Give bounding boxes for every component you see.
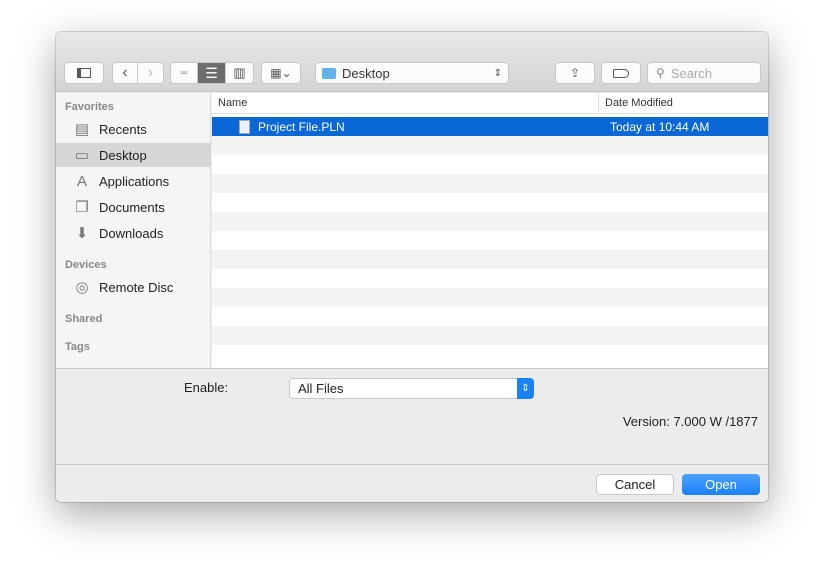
file-list: Name Date Modified Project File.PLN Toda…: [212, 93, 768, 368]
empty-row: [212, 231, 768, 250]
share-icon: ⇪: [569, 66, 581, 80]
forward-button[interactable]: ›: [138, 63, 163, 83]
sidebar-item-downloads[interactable]: ⬇ Downloads: [56, 221, 211, 245]
dialog-footer: Cancel Open: [56, 464, 768, 502]
sidebar-item-applications[interactable]: A Applications: [56, 169, 211, 193]
desktop-icon: ▭: [74, 147, 90, 164]
applications-icon: A: [76, 172, 87, 190]
grid-icon: ▦⌄: [270, 66, 292, 80]
shared-heading[interactable]: Shared: [56, 309, 102, 329]
empty-row: [212, 269, 768, 288]
back-forward-buttons: ‹ ›: [112, 62, 164, 84]
sidebar-item-label: Applications: [99, 173, 170, 189]
file-rows: Project File.PLN Today at 10:44 AM: [212, 117, 768, 364]
list-header: Name Date Modified: [212, 93, 768, 114]
enable-dropdown[interactable]: All Files ⇕: [289, 378, 534, 399]
column-header-date[interactable]: Date Modified: [599, 93, 768, 113]
column-header-name[interactable]: Name: [212, 93, 599, 113]
list-view-button[interactable]: ☰: [198, 63, 226, 83]
empty-row: [212, 326, 768, 345]
file-row[interactable]: Project File.PLN Today at 10:44 AM: [212, 117, 768, 136]
empty-row: [212, 212, 768, 231]
sidebar-item-documents[interactable]: ❐ Documents: [56, 195, 211, 219]
chevron-updown-icon: ⇕: [517, 378, 534, 399]
documents-icon: ❐: [75, 199, 89, 216]
tags-heading[interactable]: Tags: [56, 337, 90, 357]
tag-icon: [613, 68, 629, 78]
column-view-button[interactable]: ▥: [226, 63, 253, 83]
location-dropdown[interactable]: Desktop ⇕: [315, 62, 509, 84]
devices-heading: Devices: [65, 259, 107, 271]
enable-label: Enable:: [184, 380, 229, 395]
empty-row: [212, 345, 768, 364]
downloads-icon: ⬇: [75, 225, 89, 242]
sidebar-item-desktop[interactable]: ▭ Desktop: [56, 143, 211, 167]
arrange-button[interactable]: ▦⌄: [261, 62, 301, 84]
disc-icon: ◎: [75, 279, 89, 296]
location-label: Desktop: [342, 65, 390, 81]
empty-row: [212, 307, 768, 326]
search-placeholder: Search: [670, 65, 712, 81]
icon-view-button[interactable]: ▫▫: [171, 63, 198, 83]
empty-row: [212, 174, 768, 193]
version-text: Version: 7.000 W /1877: [622, 414, 758, 429]
empty-row: [212, 288, 768, 307]
share-button[interactable]: ⇪: [555, 62, 595, 84]
file-name: Project File.PLN: [258, 119, 345, 134]
open-file-dialog: ‹ › ▫▫ ☰ ▥ ▦⌄ Desktop ⇕ ⇪ ⚲ Search Favor…: [56, 32, 768, 502]
empty-row: [212, 250, 768, 269]
document-icon: [239, 119, 250, 134]
folder-icon: [322, 67, 336, 79]
sidebar-item-label: Remote Disc: [99, 279, 174, 295]
view-mode-buttons: ▫▫ ☰ ▥: [170, 62, 254, 84]
favorites-heading: Favorites: [65, 101, 114, 113]
sidebar-icon: [77, 68, 91, 78]
enable-value: All Files: [298, 381, 344, 396]
back-button[interactable]: ‹: [113, 63, 138, 83]
tag-button[interactable]: [601, 62, 641, 84]
options-panel: Enable: All Files ⇕ Version: 7.000 W /18…: [56, 368, 768, 464]
cancel-button[interactable]: Cancel: [596, 474, 674, 495]
sidebar-item-label: Desktop: [99, 147, 147, 163]
sidebar-item-remote-disc[interactable]: ◎ Remote Disc: [56, 275, 211, 299]
sidebar-item-label: Downloads: [99, 225, 164, 241]
empty-row: [212, 136, 768, 155]
sidebar-item-label: Recents: [99, 121, 147, 137]
sidebar-item-label: Documents: [99, 199, 165, 215]
empty-row: [212, 193, 768, 212]
chevron-updown-icon: ⇕: [493, 67, 502, 79]
sidebar: Favorites ▤ Recents ▭ Desktop A Application…: [56, 93, 211, 368]
sidebar-toggle-button[interactable]: [64, 62, 104, 84]
empty-row: [212, 155, 768, 174]
sidebar-item-recents[interactable]: ▤ Recents: [56, 117, 211, 141]
search-input[interactable]: ⚲ Search: [647, 62, 761, 84]
search-icon: ⚲: [656, 66, 665, 80]
recents-icon: ▤: [74, 121, 90, 138]
toolbar: ‹ › ▫▫ ☰ ▥ ▦⌄ Desktop ⇕ ⇪ ⚲ Search: [56, 32, 768, 92]
open-button[interactable]: Open: [682, 474, 760, 495]
file-date: Today at 10:44 AM: [610, 119, 710, 134]
